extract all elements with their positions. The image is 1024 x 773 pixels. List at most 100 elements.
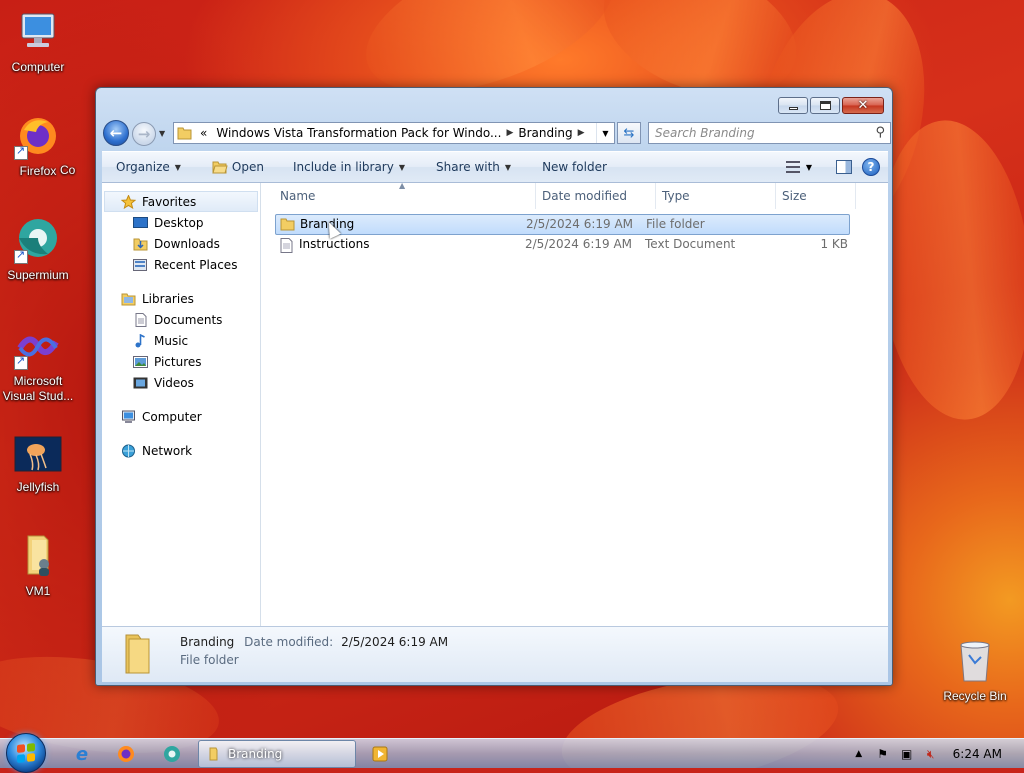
nav-recent-places[interactable]: Recent Places xyxy=(102,254,260,275)
action-center-flag-icon[interactable]: ⚑ xyxy=(875,746,891,762)
organize-button[interactable]: Organize ▼ xyxy=(102,160,194,174)
column-header-type[interactable]: Type xyxy=(656,183,776,209)
desktop-icon-label: Supermium xyxy=(7,268,69,282)
open-button[interactable]: Open xyxy=(194,160,277,174)
arrow-left-icon: ← xyxy=(109,123,123,142)
share-with-button[interactable]: Share with ▼ xyxy=(418,160,524,174)
nav-pictures[interactable]: Pictures xyxy=(102,351,260,372)
desktop-icon-partial[interactable]: Co xyxy=(60,163,100,178)
folder-icon xyxy=(120,631,154,675)
address-overflow[interactable]: « xyxy=(196,126,211,140)
breadcrumb-separator-icon[interactable]: ▶ xyxy=(578,128,585,138)
nav-group-network: Network xyxy=(102,440,260,461)
nav-desktop[interactable]: Desktop xyxy=(102,212,260,233)
desktop-icon-label: VM1 xyxy=(25,584,51,598)
refresh-button[interactable]: ⇆ xyxy=(617,122,641,144)
close-icon: ✕ xyxy=(857,98,869,113)
taskbar-window-branding[interactable]: Branding xyxy=(198,740,356,768)
file-type: Text Document xyxy=(645,237,736,251)
search-icon[interactable]: ⚲ xyxy=(875,125,885,140)
show-hidden-icons-icon[interactable]: ▲ xyxy=(851,746,867,762)
start-button[interactable] xyxy=(6,733,46,773)
chevron-down-icon[interactable]: ▼ xyxy=(806,163,812,172)
caption-buttons: ✕ xyxy=(778,97,884,114)
desktop-icon-recycle-bin[interactable]: Recycle Bin xyxy=(937,637,1013,704)
chevron-down-icon: ▼ xyxy=(398,162,405,172)
breadcrumb-current[interactable]: Branding xyxy=(513,126,577,140)
navigation-pane[interactable]: Favorites Desktop Downloads Recent Place… xyxy=(102,183,261,626)
desktop-icon-label: Jellyfish xyxy=(16,480,60,494)
supermium-icon xyxy=(164,746,180,762)
back-button[interactable]: ← xyxy=(103,120,129,146)
music-icon xyxy=(133,333,148,348)
command-bar: Organize ▼ Open Include in library ▼ Share… xyxy=(102,151,888,183)
nav-videos[interactable]: Videos xyxy=(102,372,260,393)
nav-libraries[interactable]: Libraries xyxy=(102,288,260,309)
nav-label: Music xyxy=(154,333,189,348)
image-icon xyxy=(14,436,62,472)
file-type: File folder xyxy=(646,217,705,231)
volume-muted-icon[interactable]: 🔇︎ xyxy=(923,746,939,762)
desktop-icon-computer[interactable]: Computer xyxy=(0,8,76,75)
column-header-date-modified[interactable]: Date modified xyxy=(536,183,656,209)
table-row[interactable]: Branding 2/5/2024 6:19 AM File folder xyxy=(275,214,850,235)
nav-computer[interactable]: Computer xyxy=(102,406,260,427)
close-button[interactable]: ✕ xyxy=(842,97,884,114)
column-header-name[interactable]: Name xyxy=(274,183,536,209)
visual-studio-icon xyxy=(14,322,62,370)
address-dropdown-icon[interactable]: ▼ xyxy=(596,123,614,143)
desktop-icon-jellyfish[interactable]: Jellyfish xyxy=(0,436,76,495)
share-with-label: Share with xyxy=(436,160,500,174)
windows-logo-icon xyxy=(17,743,35,763)
file-date-modified: 2/5/2024 6:19 AM xyxy=(526,217,634,231)
desktop-icon-supermium[interactable]: Supermium xyxy=(0,216,76,283)
nav-label: Favorites xyxy=(142,194,197,209)
recent-pages-dropdown[interactable]: ▼ xyxy=(159,129,165,138)
forward-button[interactable]: → xyxy=(132,122,156,146)
file-list[interactable]: ▲ Name Date modified Type Size Branding … xyxy=(262,181,888,626)
preview-pane-icon[interactable] xyxy=(836,160,852,174)
nav-music[interactable]: Music xyxy=(102,330,260,351)
breadcrumb-parent[interactable]: Windows Vista Transformation Pack for Wi… xyxy=(211,126,506,140)
organize-label: Organize xyxy=(116,160,170,174)
taskbar-internet-explorer[interactable]: e xyxy=(62,742,102,766)
search-input[interactable]: Search Branding ⚲ xyxy=(648,122,891,144)
maximize-icon xyxy=(819,101,831,110)
libraries-icon xyxy=(121,292,136,306)
new-folder-button[interactable]: New folder xyxy=(524,160,620,174)
column-label: Type xyxy=(662,189,690,203)
table-row[interactable]: Instructions 2/5/2024 6:19 AM Text Docum… xyxy=(275,235,850,256)
nav-documents[interactable]: Documents xyxy=(102,309,260,330)
breadcrumb-separator-icon[interactable]: ▶ xyxy=(506,128,513,138)
maximize-button[interactable] xyxy=(810,97,840,114)
nav-downloads[interactable]: Downloads xyxy=(102,233,260,254)
nav-group-favorites: Favorites Desktop Downloads Recent Place… xyxy=(102,191,260,275)
desktop-icon-label: Microsoft Visual Stud... xyxy=(2,374,74,403)
text-document-icon xyxy=(280,238,295,253)
taskbar: e Branding ▲ ⚑ ▣ 🔇︎ 6:24 AM xyxy=(0,733,1024,773)
nav-label: Recent Places xyxy=(154,257,238,272)
taskbar-firefox[interactable] xyxy=(106,742,146,766)
search-placeholder: Search Branding xyxy=(655,126,755,140)
open-label: Open xyxy=(231,160,264,174)
include-in-library-button[interactable]: Include in library ▼ xyxy=(277,160,418,174)
documents-icon xyxy=(133,312,148,327)
nav-favorites[interactable]: Favorites xyxy=(104,191,258,212)
taskbar-supermium[interactable] xyxy=(152,742,192,766)
clock[interactable]: 6:24 AM xyxy=(953,747,1002,761)
change-view-icon[interactable] xyxy=(785,161,800,173)
desktop-icon-vm1[interactable]: VM1 xyxy=(0,532,76,599)
desktop-icon-visual-studio[interactable]: Microsoft Visual Stud... xyxy=(0,322,76,404)
explorer-window[interactable]: ✕ ← → ▼ « Windows Vista Transformation P… xyxy=(95,87,893,686)
network-icon[interactable]: ▣ xyxy=(899,746,915,762)
address-bar[interactable]: « Windows Vista Transformation Pack for … xyxy=(173,122,615,144)
file-date-modified: 2/5/2024 6:19 AM xyxy=(525,237,633,251)
pictures-icon xyxy=(133,355,148,369)
details-pane: Branding Date modified: 2/5/2024 6:19 AM… xyxy=(102,626,888,682)
column-header-size[interactable]: Size xyxy=(776,183,856,209)
minimize-button[interactable] xyxy=(778,97,808,114)
nav-network[interactable]: Network xyxy=(102,440,260,461)
taskbar-media-player[interactable] xyxy=(360,742,400,766)
arrow-right-icon: → xyxy=(137,124,151,143)
help-icon[interactable]: ? xyxy=(862,158,880,176)
